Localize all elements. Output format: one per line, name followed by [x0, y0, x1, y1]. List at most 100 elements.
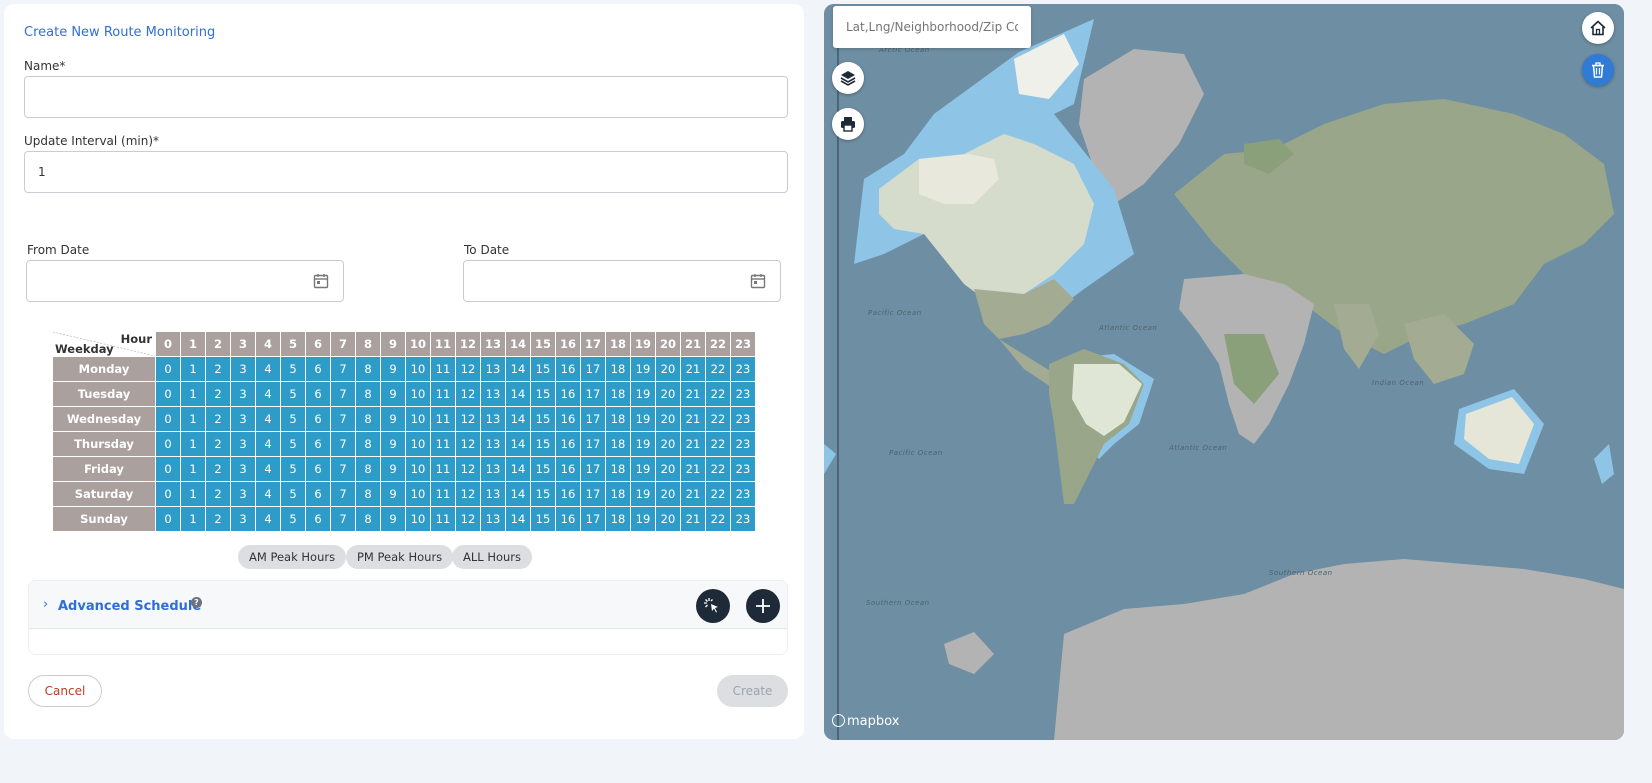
hour-slot-cell[interactable]: 20 — [655, 456, 681, 482]
hour-slot-cell[interactable]: 13 — [480, 356, 506, 382]
hour-slot-cell[interactable]: 16 — [555, 356, 581, 382]
hour-slot-cell[interactable]: 8 — [355, 456, 381, 482]
hour-slot-cell[interactable]: 1 — [180, 356, 206, 382]
hour-slot-cell[interactable]: 10 — [405, 456, 431, 482]
hour-slot-cell[interactable]: 1 — [180, 406, 206, 432]
pm-peak-hours-button[interactable]: PM Peak Hours — [346, 545, 454, 569]
help-icon[interactable]: ? — [191, 597, 202, 608]
hour-header-cell[interactable]: 4 — [255, 331, 281, 357]
hour-slot-cell[interactable]: 15 — [530, 481, 556, 507]
hour-slot-cell[interactable]: 5 — [280, 431, 306, 457]
hour-slot-cell[interactable]: 0 — [155, 506, 181, 532]
hour-slot-cell[interactable]: 4 — [255, 456, 281, 482]
hour-slot-cell[interactable]: 16 — [555, 431, 581, 457]
hour-slot-cell[interactable]: 16 — [555, 381, 581, 407]
hour-slot-cell[interactable]: 11 — [430, 406, 456, 432]
hour-slot-cell[interactable]: 12 — [455, 406, 481, 432]
hour-slot-cell[interactable]: 6 — [305, 481, 331, 507]
weekday-cell[interactable]: Tuesday — [52, 381, 156, 407]
hour-slot-cell[interactable]: 20 — [655, 431, 681, 457]
hour-slot-cell[interactable]: 11 — [430, 356, 456, 382]
hour-slot-cell[interactable]: 5 — [280, 406, 306, 432]
hour-slot-cell[interactable]: 2 — [205, 481, 231, 507]
hour-header-cell[interactable]: 10 — [405, 331, 431, 357]
hour-slot-cell[interactable]: 15 — [530, 506, 556, 532]
hour-slot-cell[interactable]: 16 — [555, 481, 581, 507]
hour-slot-cell[interactable]: 16 — [555, 506, 581, 532]
hour-slot-cell[interactable]: 18 — [605, 456, 631, 482]
hour-slot-cell[interactable]: 19 — [630, 481, 656, 507]
cancel-button[interactable]: Cancel — [28, 675, 102, 707]
hour-header-cell[interactable]: 8 — [355, 331, 381, 357]
hour-slot-cell[interactable]: 12 — [455, 506, 481, 532]
all-hours-button[interactable]: ALL Hours — [452, 545, 533, 569]
hour-slot-cell[interactable]: 17 — [580, 381, 606, 407]
hour-slot-cell[interactable]: 14 — [505, 431, 531, 457]
hour-slot-cell[interactable]: 0 — [155, 356, 181, 382]
hour-slot-cell[interactable]: 21 — [680, 356, 706, 382]
hour-header-cell[interactable]: 19 — [630, 331, 656, 357]
hour-slot-cell[interactable]: 13 — [480, 381, 506, 407]
hour-slot-cell[interactable]: 16 — [555, 456, 581, 482]
hour-header-cell[interactable]: 11 — [430, 331, 456, 357]
hour-slot-cell[interactable]: 4 — [255, 431, 281, 457]
hour-slot-cell[interactable]: 12 — [455, 381, 481, 407]
hour-slot-cell[interactable]: 10 — [405, 356, 431, 382]
hour-slot-cell[interactable]: 17 — [580, 406, 606, 432]
hour-slot-cell[interactable]: 9 — [380, 381, 406, 407]
hour-slot-cell[interactable]: 23 — [730, 406, 756, 432]
name-input[interactable] — [24, 76, 788, 118]
hour-slot-cell[interactable]: 21 — [680, 456, 706, 482]
hour-slot-cell[interactable]: 2 — [205, 381, 231, 407]
from-date-input[interactable] — [26, 260, 344, 302]
map-panel[interactable]: Arctic Ocean Pacific Ocean Atlantic Ocea… — [824, 4, 1624, 740]
hour-slot-cell[interactable]: 3 — [230, 356, 256, 382]
advanced-schedule-title[interactable]: Advanced Schedule — [58, 599, 201, 614]
weekday-cell[interactable]: Sunday — [52, 506, 156, 532]
hour-slot-cell[interactable]: 7 — [330, 456, 356, 482]
hour-slot-cell[interactable]: 12 — [455, 356, 481, 382]
hour-header-cell[interactable]: 21 — [680, 331, 706, 357]
hour-slot-cell[interactable]: 7 — [330, 356, 356, 382]
hour-slot-cell[interactable]: 15 — [530, 431, 556, 457]
hour-slot-cell[interactable]: 5 — [280, 456, 306, 482]
hour-slot-cell[interactable]: 14 — [505, 356, 531, 382]
hour-slot-cell[interactable]: 0 — [155, 481, 181, 507]
hour-slot-cell[interactable]: 1 — [180, 456, 206, 482]
hour-slot-cell[interactable]: 17 — [580, 431, 606, 457]
hour-slot-cell[interactable]: 0 — [155, 431, 181, 457]
hour-slot-cell[interactable]: 4 — [255, 406, 281, 432]
hour-slot-cell[interactable]: 19 — [630, 506, 656, 532]
hour-slot-cell[interactable]: 11 — [430, 456, 456, 482]
hour-slot-cell[interactable]: 2 — [205, 406, 231, 432]
hour-slot-cell[interactable]: 22 — [705, 506, 731, 532]
hour-slot-cell[interactable]: 11 — [430, 506, 456, 532]
weekday-cell[interactable]: Thursday — [52, 431, 156, 457]
hour-slot-cell[interactable]: 18 — [605, 481, 631, 507]
hour-slot-cell[interactable]: 14 — [505, 506, 531, 532]
hour-slot-cell[interactable]: 23 — [730, 506, 756, 532]
hour-slot-cell[interactable]: 7 — [330, 506, 356, 532]
hour-header-cell[interactable]: 20 — [655, 331, 681, 357]
mapbox-attribution[interactable]: mapbox — [832, 714, 899, 729]
hour-slot-cell[interactable]: 20 — [655, 356, 681, 382]
hour-slot-cell[interactable]: 8 — [355, 381, 381, 407]
hour-header-cell[interactable]: 13 — [480, 331, 506, 357]
hour-slot-cell[interactable]: 14 — [505, 481, 531, 507]
hour-header-cell[interactable]: 23 — [730, 331, 756, 357]
hour-slot-cell[interactable]: 2 — [205, 456, 231, 482]
calendar-icon[interactable] — [750, 273, 766, 289]
hour-slot-cell[interactable]: 23 — [730, 381, 756, 407]
hour-slot-cell[interactable]: 19 — [630, 406, 656, 432]
weekday-cell[interactable]: Monday — [52, 356, 156, 382]
hour-slot-cell[interactable]: 23 — [730, 481, 756, 507]
hour-slot-cell[interactable]: 11 — [430, 431, 456, 457]
hour-slot-cell[interactable]: 10 — [405, 381, 431, 407]
hour-slot-cell[interactable]: 8 — [355, 481, 381, 507]
hour-slot-cell[interactable]: 11 — [430, 381, 456, 407]
home-button[interactable] — [1582, 12, 1614, 44]
auto-select-button[interactable] — [696, 589, 730, 623]
hour-slot-cell[interactable]: 4 — [255, 481, 281, 507]
hour-slot-cell[interactable]: 19 — [630, 356, 656, 382]
hour-slot-cell[interactable]: 13 — [480, 456, 506, 482]
